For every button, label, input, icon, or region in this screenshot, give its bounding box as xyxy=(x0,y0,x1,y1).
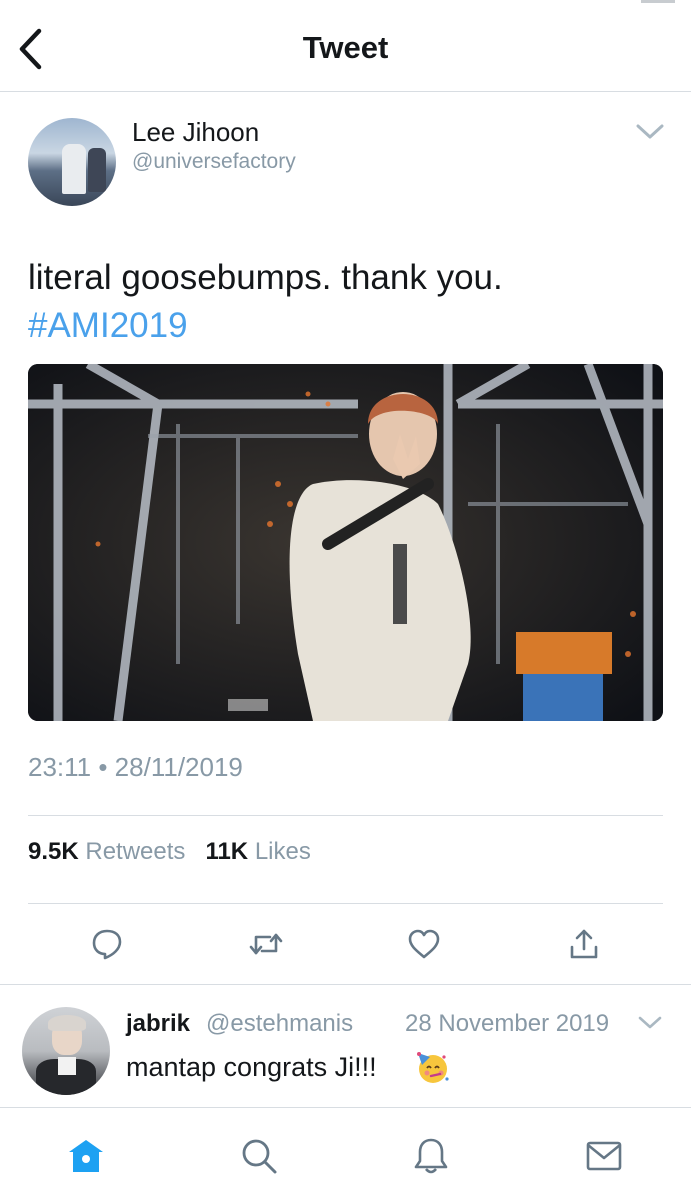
reply-date: 28 November 2019 xyxy=(405,1010,610,1037)
like-button[interactable] xyxy=(406,926,442,962)
divider xyxy=(28,815,663,816)
bottom-tab-bar xyxy=(0,1107,691,1200)
tweet-hashtag-link[interactable]: #AMI2019 xyxy=(28,302,658,350)
reply-button[interactable] xyxy=(89,926,125,962)
header-bar: Tweet xyxy=(0,0,691,92)
retweet-icon xyxy=(249,933,283,955)
tweet-body: literal goosebumps. thank you. xyxy=(28,258,503,297)
tab-search[interactable] xyxy=(237,1134,281,1178)
divider xyxy=(28,903,663,904)
retweets-label: Retweets xyxy=(85,838,186,865)
reply-author-name[interactable]: jabrik xyxy=(126,1010,190,1038)
reply-text: mantap congrats Ji!!! xyxy=(126,1052,377,1082)
page-title: Tweet xyxy=(302,30,389,65)
messages-icon xyxy=(586,1141,622,1171)
avatar-hair xyxy=(48,1015,86,1031)
reply-icon xyxy=(92,929,122,960)
retweets-count: 9.5K xyxy=(28,838,79,865)
author-handle[interactable]: @universefactory xyxy=(132,150,296,174)
tweet-media-photo[interactable] xyxy=(28,364,663,721)
likes-label: Likes xyxy=(254,838,311,865)
author-avatar[interactable] xyxy=(28,118,116,206)
tab-messages[interactable] xyxy=(582,1134,626,1178)
reply-author-handle[interactable]: @estehmanis xyxy=(206,1010,353,1038)
search-icon xyxy=(242,1139,277,1174)
notifications-icon xyxy=(414,1138,448,1174)
tab-notifications[interactable] xyxy=(409,1134,453,1178)
chevron-down-icon xyxy=(638,1016,662,1029)
retweet-button[interactable] xyxy=(248,926,284,962)
reply-options-button[interactable] xyxy=(636,1012,664,1034)
likes-stat[interactable]: 11K Likes xyxy=(205,838,310,865)
share-button[interactable] xyxy=(566,926,602,962)
home-icon xyxy=(69,1140,103,1172)
partying-face-emoji xyxy=(414,1049,450,1085)
tweet-timestamp: 23:11 • 28/11/2019 xyxy=(28,752,243,782)
tweet-text: literal goosebumps. thank you. #AMI2019 xyxy=(28,254,658,350)
performer-photo xyxy=(28,364,663,721)
divider xyxy=(0,984,691,985)
tweet-stats: 9.5K Retweets 11K Likes xyxy=(28,838,311,866)
avatar-person-figure xyxy=(62,144,86,194)
likes-count: 11K xyxy=(205,838,249,865)
share-icon xyxy=(570,929,598,959)
tweet-options-button[interactable] xyxy=(634,120,666,144)
retweets-stat[interactable]: 9.5K Retweets xyxy=(28,838,185,865)
author-name[interactable]: Lee Jihoon xyxy=(132,117,259,148)
like-icon xyxy=(408,929,440,959)
avatar-person-figure xyxy=(88,148,106,192)
reply-avatar[interactable] xyxy=(22,1007,110,1095)
chevron-down-icon xyxy=(636,124,664,139)
tab-home[interactable] xyxy=(64,1134,108,1178)
avatar-collar xyxy=(58,1057,76,1075)
